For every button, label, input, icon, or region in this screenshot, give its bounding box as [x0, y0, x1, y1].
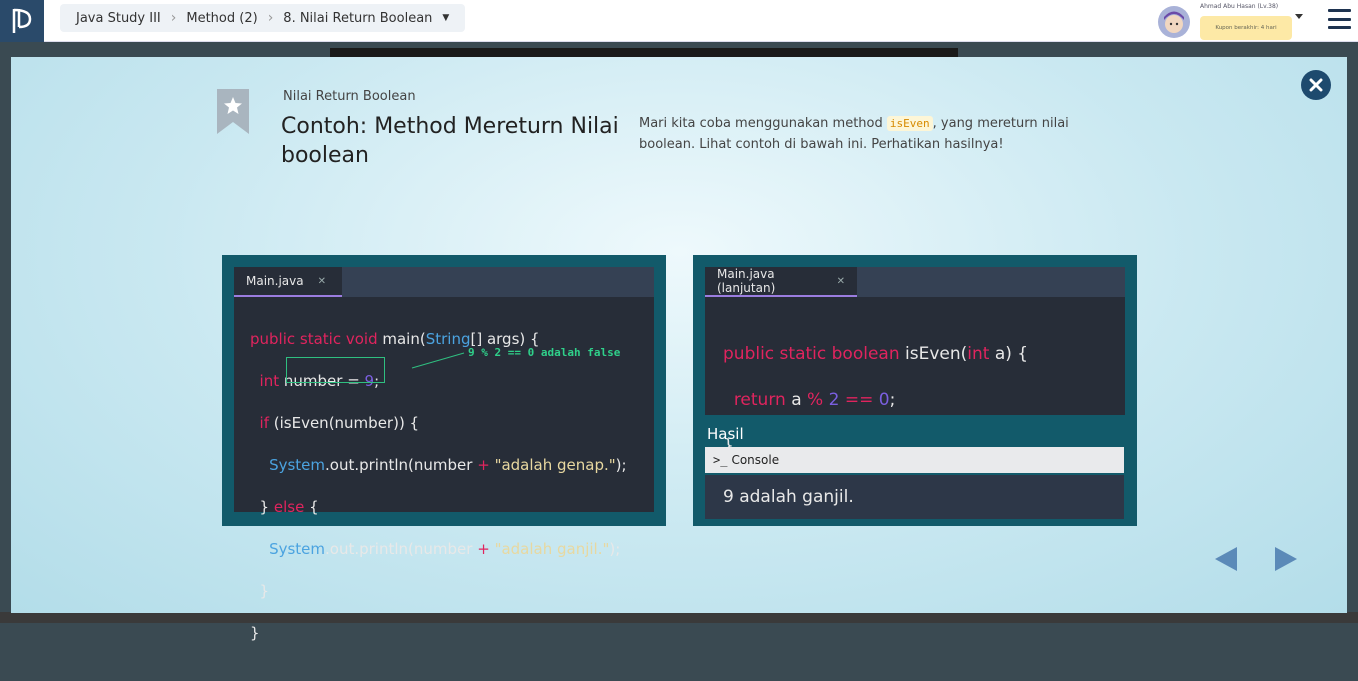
annotation-line [411, 352, 465, 369]
code-annotation: 9 % 2 == 0 adalah false [468, 346, 621, 359]
